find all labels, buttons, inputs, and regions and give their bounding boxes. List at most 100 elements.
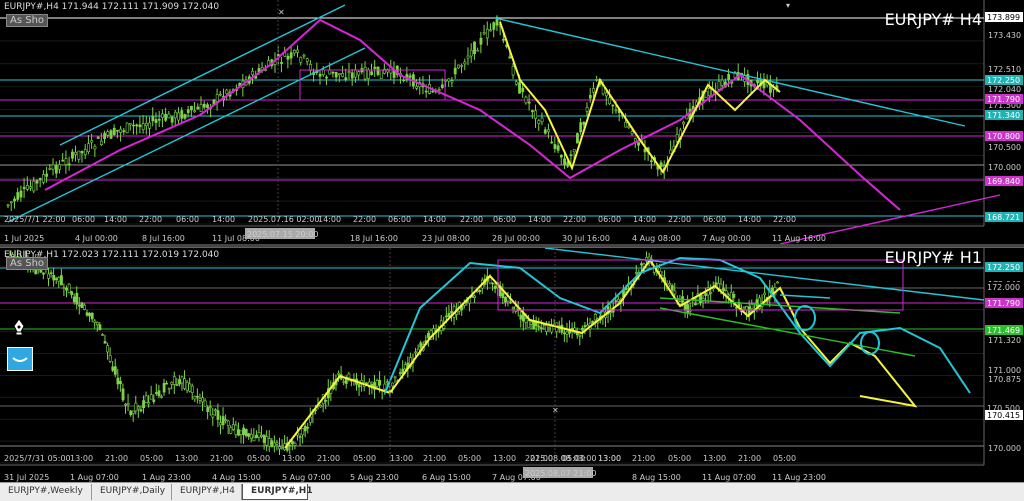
cyan-circle-marker [860,331,880,355]
h4-as-show-button[interactable]: As Sho [6,14,49,27]
candle-body [491,282,495,285]
candle-body [78,304,81,307]
candle-body [232,424,235,430]
candle-body [482,32,486,35]
candle-body [128,123,132,126]
cyan-channel-upper [59,4,346,146]
h4-chart-panel[interactable]: 173.430 172.510 172.040 171.500 170.500 170.0… [0,0,1024,244]
time-tick-label-upper: 05:00 [353,454,376,463]
candle-body [215,94,219,102]
candle-body [221,416,225,426]
candle-body [431,90,435,93]
candle-body [52,274,56,281]
candle-body [291,440,294,445]
candle-body [669,149,673,154]
candle-body [111,366,115,371]
candle-body [453,67,457,75]
time-tick-label-upper: 13:00 [282,454,305,463]
candle-body [614,300,618,302]
candle-body [532,320,536,330]
pen-tool-icon[interactable] [10,318,28,336]
candle-body [32,180,36,192]
candle-body [529,321,533,325]
tab-h1[interactable]: EURJPY#,H1 [242,484,313,500]
candle-body [347,71,351,73]
price-tag-label: 172.250 [987,76,1020,85]
candle-body [344,77,348,80]
candle-body [42,272,45,275]
candle-body [569,154,573,156]
candle-body [457,64,460,69]
candle-body [627,125,631,128]
time-tick-label-upper: 22:00 [773,215,796,224]
candle-body [442,325,446,329]
candle-body [537,120,541,125]
candle-body [49,272,53,274]
candle-body [202,103,206,108]
h1-as-show-button[interactable]: As Sho [6,257,49,270]
candle-body [704,293,708,296]
candle-body [553,144,557,149]
price-tick-label: 172.040 [988,85,1021,94]
candle-body [732,294,736,298]
candle-body [262,434,266,443]
h1-chart-svg[interactable]: 172.040171.320171.000170.875170.000172.2… [0,248,1024,482]
candle-body [93,146,97,150]
candle-body [190,385,194,393]
candle-body [144,395,148,403]
time-tick-label: 5 Aug 23:00 [350,473,399,482]
h4-info-line: EURJPY#,H4 171.944 172.111 171.909 172.0… [4,2,220,12]
h1-chart-panel[interactable]: 172.040171.320171.000170.875170.000172.2… [0,247,1024,482]
green-channel-upper [659,297,901,314]
candle-body [219,93,222,96]
time-tick-label-upper: 21:00 [105,454,128,463]
time-tick-label-upper: 22:00 [353,215,376,224]
price-tick-label: 170.000 [988,444,1021,453]
candle-body [683,303,687,311]
candle-body [90,140,94,143]
candle-body [198,398,202,401]
candle-body [582,121,586,125]
tab-daily[interactable]: EURJPY#,Daily [92,484,172,500]
candle-body [650,160,653,163]
candle-body [186,109,190,113]
candle-body [142,400,145,409]
candle-body [385,381,389,384]
candle-body [306,427,310,429]
candle-body [257,432,261,438]
tab-h4[interactable]: EURJPY#,H4 [172,484,242,500]
candle-body [342,381,346,383]
time-tick-label: 11 Aug 23:00 [772,473,826,482]
candle-body [363,66,367,80]
candle-body [242,427,246,435]
candle-body [630,131,634,135]
time-tick-label: 11 Aug 07:00 [702,473,756,482]
candle-body [170,116,174,123]
candle-body [161,113,164,118]
h4-chart-svg[interactable]: 173.430172.510172.040171.500170.500170.0… [0,0,1024,244]
time-tick-label-upper: 14:00 [738,215,761,224]
candle-body [67,283,71,293]
time-tick-label-upper: 2025/7/31 05:00 [4,454,71,463]
candle-body [720,79,724,86]
candle-body [293,442,297,446]
chat-bubble-icon[interactable] [7,347,33,371]
candle-body [473,295,477,298]
candle-body [375,380,379,387]
candle-body [196,395,199,398]
candle-body [550,141,554,144]
candle-body [595,79,599,81]
candle-body [319,405,323,408]
candle-body [45,173,49,177]
candle-body [592,88,595,93]
candle-body [298,436,302,438]
candle-body [565,331,569,335]
cyan-short-line [779,294,831,299]
candle-body [119,128,123,133]
tab-weekly[interactable]: EURJPY#,Weekly [0,484,92,500]
time-tick-label-upper: 05:00 [458,454,481,463]
candle-body [508,56,512,59]
candle-body [61,159,65,162]
candle-body [378,379,382,386]
time-tick-label: 8 Aug 15:00 [632,473,681,482]
